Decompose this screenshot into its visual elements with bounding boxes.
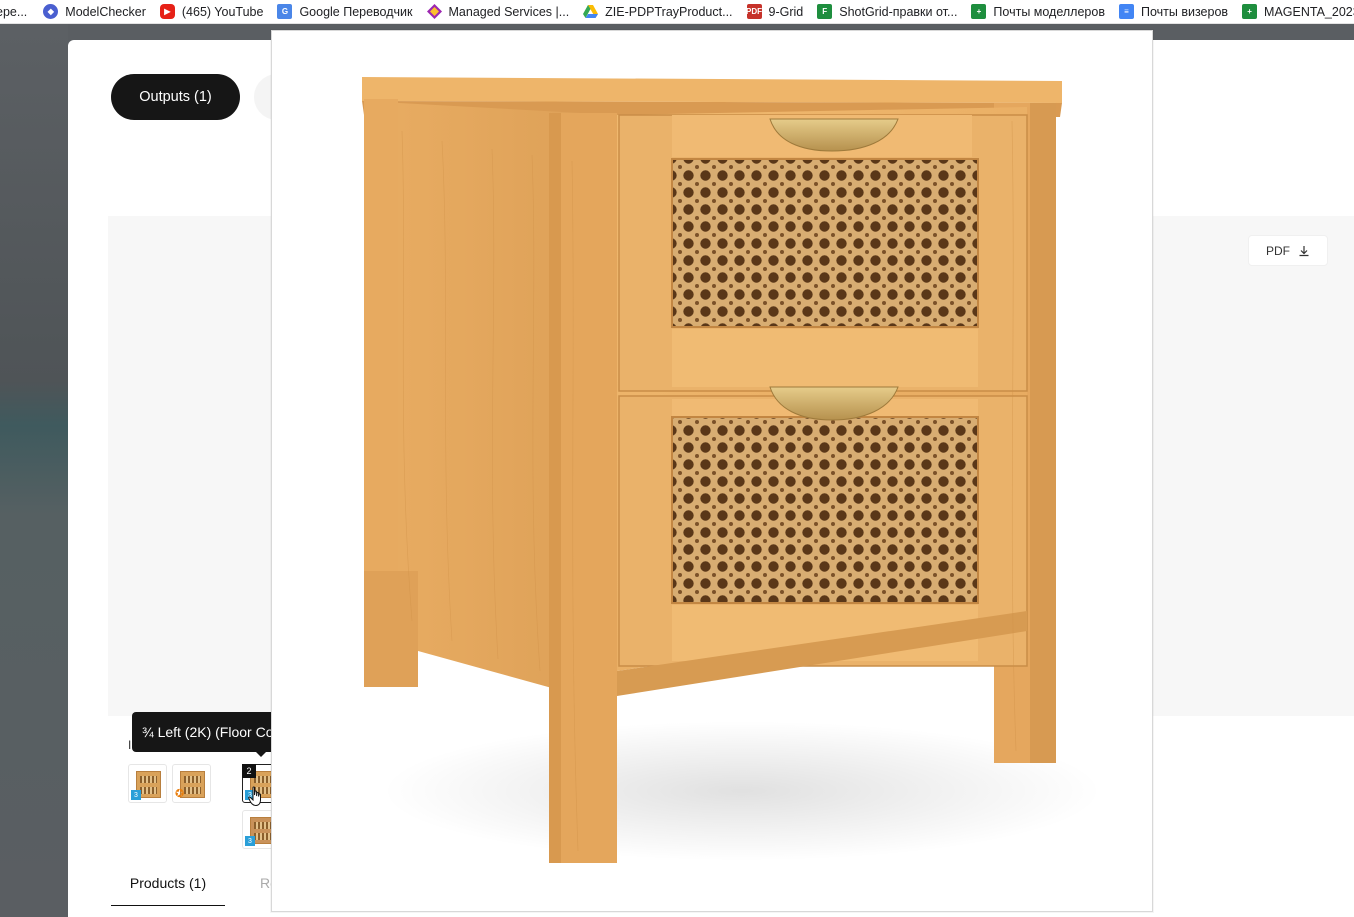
google-translate-icon: G [277,4,293,19]
thumbnail-corner-badge: 3 [245,836,255,846]
managed-services-icon [426,4,442,19]
thumbnail-tooltip: ¾ Left (2K) (Floor Co [132,712,282,752]
bookmark-shotgrid[interactable]: F ShotGrid-правки от... [817,0,971,23]
bookmark-label: ModelChecker [65,4,146,19]
pdf-download-button[interactable]: PDF [1248,235,1328,266]
bookmarks-bar: ере... ◆ ModelChecker ▶ (465) YouTube G Goo… [0,0,1354,24]
modal-backdrop[interactable] [0,24,68,917]
bookmark-label: ере... [0,4,28,19]
hand-cursor-icon [248,786,261,807]
bookmark-label: ZIE-PDPTrayProduct... [605,4,733,19]
bookmark-label: Google Переводчик [299,4,413,19]
outputs-tab[interactable]: Outputs (1) [111,74,240,120]
thumbnail-count-badge: 2 [242,764,256,778]
pdf-button-label: PDF [1266,243,1290,258]
google-sheets-icon: F [817,4,833,19]
outputs-tab-label: Outputs (1) [139,89,212,105]
blender-icon: ✪ [175,788,185,800]
bookmark-label: MAGENTA_2023_FO... [1264,4,1354,19]
bookmark-0[interactable]: ере... [0,0,43,23]
google-sheets-icon: + [971,4,987,19]
bookmark-label: Почты моделлеров [993,4,1105,19]
thumbnail-1[interactable]: 3 [128,764,167,803]
download-icon [1299,245,1309,256]
bookmark-youtube[interactable]: ▶ (465) YouTube [159,0,278,23]
google-drive-icon [583,4,599,19]
image-lightbox[interactable] [271,30,1153,912]
bookmark-modelchecker[interactable]: ◆ ModelChecker [43,0,160,23]
nightstand-render [362,77,1102,863]
pdf-icon: PDF [746,4,762,19]
tab-products[interactable]: Products (1) [111,860,225,906]
bookmark-magenta[interactable]: + MAGENTA_2023_FO... [1242,0,1354,23]
bookmark-label: (465) YouTube [181,4,264,19]
tooltip-arrow [255,751,267,757]
thumbnail-corner-badge: 3 [131,790,141,800]
tab-products-label: Products (1) [129,874,207,891]
bookmark-9grid[interactable]: PDF 9-Grid [746,0,818,23]
youtube-icon: ▶ [159,4,175,19]
bookmark-label: Почты визеров [1140,4,1229,19]
bookmark-label: Managed Services |... [448,4,570,19]
bookmark-pochty-modellerov[interactable]: + Почты моделлеров [971,0,1119,23]
bookmark-google-translate[interactable]: G Google Переводчик [277,0,426,23]
google-sheets-icon: + [1242,4,1258,19]
bookmark-managed-services[interactable]: Managed Services |... [426,0,584,23]
thumbnail-2[interactable]: ✪ [172,764,211,803]
bookmark-label: 9-Grid [768,4,804,19]
section-label: I [128,738,132,752]
modelchecker-icon: ◆ [43,4,59,19]
bookmark-pochty-vizerov[interactable]: ≡ Почты визеров [1118,0,1242,23]
bookmark-label: ShotGrid-правки от... [839,4,958,19]
google-docs-icon: ≡ [1118,4,1134,19]
bookmark-zie[interactable]: ZIE-PDPTrayProduct... [583,0,746,23]
